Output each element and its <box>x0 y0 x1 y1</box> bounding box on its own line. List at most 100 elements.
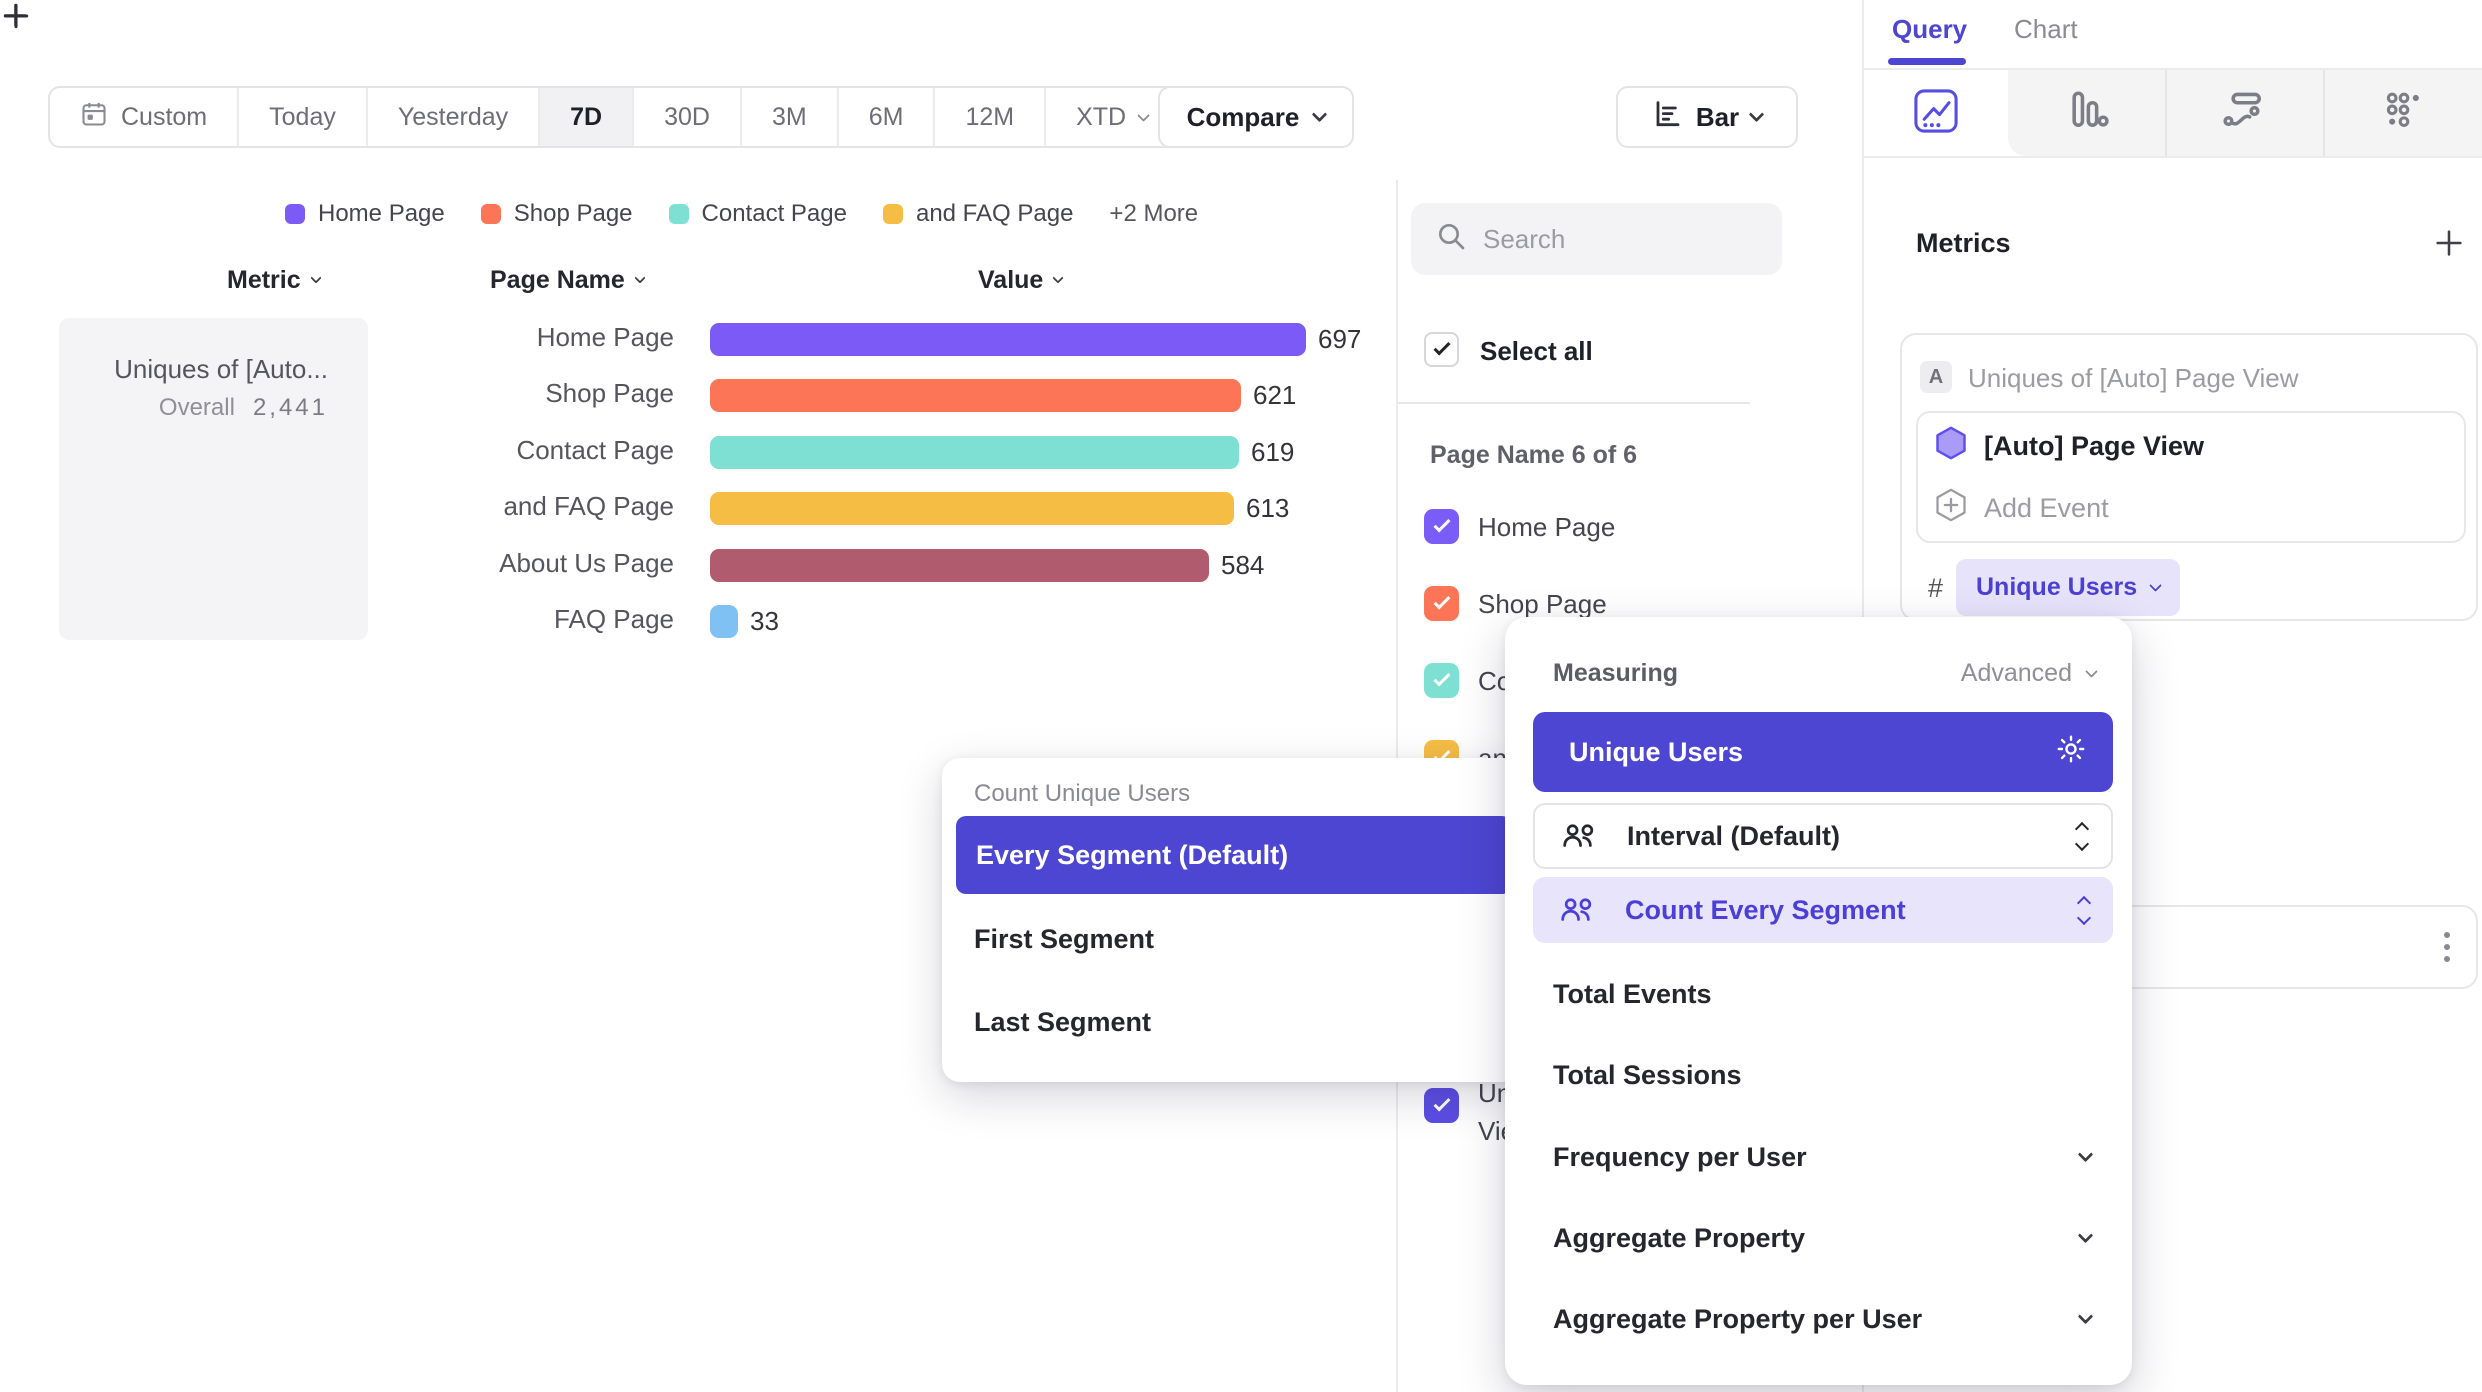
select-all-checkbox[interactable] <box>1424 332 1459 367</box>
measuring-option-unique-users-selected[interactable]: Unique Users <box>1533 712 2113 792</box>
funnel-bars-icon <box>2060 85 2112 142</box>
bar-value: 33 <box>750 606 779 637</box>
gear-icon[interactable] <box>2055 733 2087 772</box>
legend-swatch <box>285 204 305 224</box>
bar[interactable] <box>710 323 1306 356</box>
retention-dots-icon <box>2378 85 2430 142</box>
legend-item[interactable]: Shop Page <box>481 200 633 228</box>
add-event-hexagon-icon <box>1934 487 1968 530</box>
stepper-icon[interactable] <box>2079 898 2089 923</box>
compare-button[interactable]: Compare <box>1158 86 1354 148</box>
add-event-button[interactable]: Add Event <box>1934 487 2109 530</box>
column-header-metric[interactable]: Metric <box>227 262 320 298</box>
metric-name: Uniques of [Auto... <box>114 354 328 385</box>
search-placeholder: Search <box>1483 224 1565 255</box>
advanced-toggle[interactable]: Advanced <box>1961 659 2096 688</box>
chevron-down-icon <box>1749 106 1765 122</box>
bar[interactable] <box>710 492 1234 525</box>
legend-swatch <box>481 204 501 224</box>
legend-item[interactable]: Home Page <box>285 200 445 228</box>
measuring-item-total-sessions[interactable]: Total Sessions <box>1553 1060 2091 1091</box>
check-icon <box>1433 516 1450 533</box>
sort-chevron-icon <box>634 272 645 283</box>
measuring-option-interval-default-[interactable]: Interval (Default) <box>1533 803 2113 869</box>
bar-label: Contact Page <box>360 435 674 466</box>
legend-item[interactable]: and FAQ Page <box>883 200 1073 228</box>
legend-swatch <box>883 204 903 224</box>
range-yesterday[interactable]: Yesterday <box>368 88 540 146</box>
measuring-option-count-every-segment[interactable]: Count Every Segment <box>1533 877 2113 943</box>
metric-badge: A <box>1920 361 1952 393</box>
tab-chart[interactable]: Chart <box>2014 14 2078 45</box>
range-today[interactable]: Today <box>239 88 368 146</box>
chevron-down-icon <box>2078 1309 2094 1325</box>
legend: Home Page Shop Page Contact Page and FAQ Pa… <box>285 197 1198 231</box>
chevron-down-icon <box>2085 665 2098 678</box>
count-option[interactable]: Last Segment <box>974 1007 1151 1038</box>
select-all-label: Select all <box>1480 336 1593 367</box>
segment-checkbox[interactable] <box>1424 509 1459 544</box>
segment-checkbox[interactable] <box>1424 586 1459 621</box>
count-dropdown: Count Unique Users Every Segment (Defaul… <box>942 758 1528 1082</box>
bar[interactable] <box>710 379 1241 412</box>
bar-chart-icon <box>1652 98 1684 137</box>
chart-type-flow[interactable] <box>2165 70 2324 156</box>
metric-card-title: Uniques of [Auto] Page View <box>1968 363 2299 394</box>
sort-chevron-icon <box>310 272 321 283</box>
measuring-item-aggregate-property[interactable]: Aggregate Property <box>1553 1223 2091 1254</box>
segment-label: Home Page <box>1478 512 1615 543</box>
bar-label: FAQ Page <box>360 604 674 635</box>
bar-value: 584 <box>1221 550 1264 581</box>
divider <box>1398 402 1750 404</box>
range-3m[interactable]: 3M <box>742 88 839 146</box>
kebab-menu-icon[interactable] <box>2444 932 2450 962</box>
search-input[interactable]: Search <box>1411 203 1782 275</box>
chart-view-label: Bar <box>1696 102 1739 133</box>
chart-type-retention[interactable] <box>2323 70 2482 156</box>
flow-icon <box>2219 85 2271 142</box>
tab-query[interactable]: Query <box>1892 14 1967 45</box>
check-icon <box>1433 339 1450 356</box>
check-icon <box>1433 593 1450 610</box>
bar[interactable] <box>710 549 1209 582</box>
metric-summary-card[interactable]: Uniques of [Auto... Overall 2,441 <box>59 318 368 640</box>
legend-item[interactable]: Contact Page <box>669 200 847 228</box>
bar-label: About Us Page <box>360 548 674 579</box>
column-header-page-name[interactable]: Page Name <box>490 262 644 298</box>
segment-group-label: Page Name 6 of 6 <box>1430 441 1637 470</box>
check-icon <box>1433 670 1450 687</box>
count-option-selected[interactable]: Every Segment (Default) <box>956 816 1512 894</box>
measuring-item-aggregate-property-per-user[interactable]: Aggregate Property per User <box>1553 1304 2091 1335</box>
advanced-label: Advanced <box>1961 659 2072 688</box>
chart-view-selector[interactable]: Bar <box>1616 86 1798 148</box>
legend-more[interactable]: +2 More <box>1109 200 1198 228</box>
measure-selector[interactable]: Unique Users <box>1956 559 2180 616</box>
chevron-down-icon <box>2078 1147 2094 1163</box>
range-6m[interactable]: 6M <box>839 88 936 146</box>
metrics-header: Metrics <box>1916 228 2011 259</box>
hash-symbol: # <box>1928 573 1943 604</box>
segment-checkbox[interactable] <box>1424 663 1459 698</box>
segment-checkbox[interactable] <box>1424 1088 1459 1123</box>
column-header-value[interactable]: Value <box>978 262 1062 298</box>
range-12m[interactable]: 12M <box>935 88 1046 146</box>
range-7d[interactable]: 7D <box>540 88 634 146</box>
bar[interactable] <box>710 605 738 638</box>
stepper-icon[interactable] <box>2077 824 2087 849</box>
event-hexagon-icon <box>1934 425 1968 468</box>
metric-card[interactable]: A Uniques of [Auto] Page View [Auto] Pag… <box>1900 333 2478 621</box>
count-option[interactable]: First Segment <box>974 924 1154 955</box>
overall-value: 2,441 <box>253 394 328 422</box>
measuring-dropdown: Measuring Advanced Unique Users Interval… <box>1505 617 2132 1385</box>
chart-type-insights-active[interactable] <box>1864 70 2008 156</box>
bar[interactable] <box>710 436 1239 469</box>
event-row[interactable]: [Auto] Page View <box>1934 425 2204 468</box>
measuring-item-total-events[interactable]: Total Events <box>1553 979 2091 1010</box>
chart-type-funnel[interactable] <box>2008 70 2165 156</box>
range-custom[interactable]: Custom <box>50 88 239 146</box>
bar-value: 619 <box>1251 437 1294 468</box>
add-breakdown-button[interactable] <box>0 0 32 37</box>
range-30d[interactable]: 30D <box>634 88 742 146</box>
measuring-item-frequency-per-user[interactable]: Frequency per User <box>1553 1142 2091 1173</box>
add-metric-button[interactable] <box>2432 226 2466 265</box>
